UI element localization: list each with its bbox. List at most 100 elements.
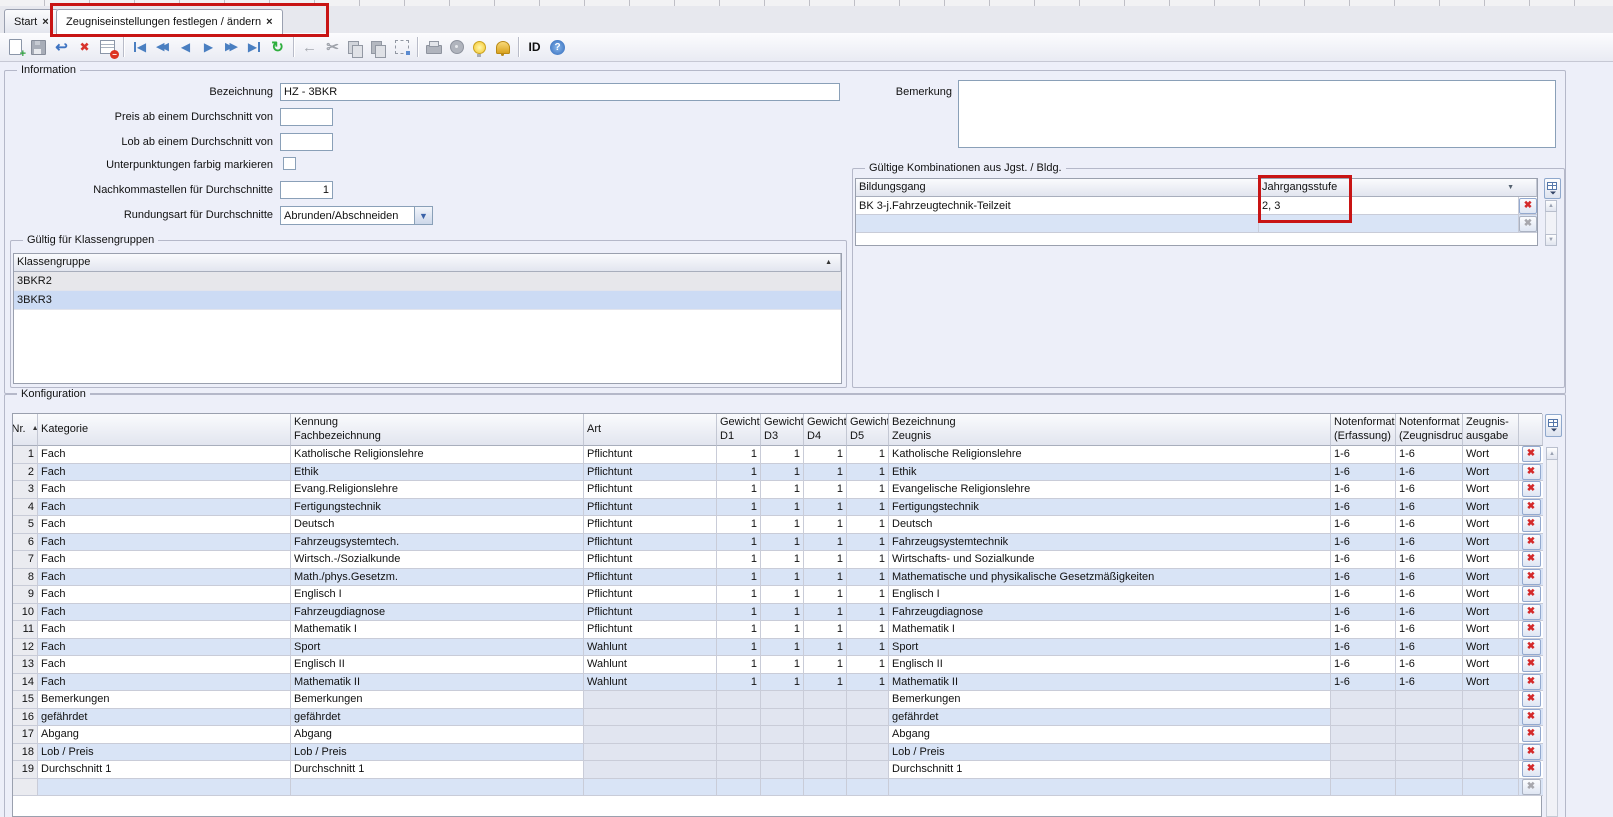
cell-nfd[interactable]: 1-6 <box>1396 569 1463 587</box>
hint-bulb-icon[interactable] <box>468 35 491 59</box>
bemerkung-textarea[interactable] <box>958 80 1556 148</box>
cell-kategorie[interactable]: Fach <box>38 446 291 464</box>
cell-d5[interactable] <box>847 691 889 709</box>
cell-nfd[interactable]: 1-6 <box>1396 464 1463 482</box>
cell-kategorie[interactable]: Fach <box>38 534 291 552</box>
cell-kennung[interactable]: Math./phys.Gesetzm. <box>291 569 584 587</box>
cell-ausgabe[interactable]: Wort <box>1463 639 1519 657</box>
cell-nfd[interactable]: 1-6 <box>1396 639 1463 657</box>
cell-nr[interactable]: 3 <box>13 481 38 499</box>
cell-d4[interactable]: 1 <box>804 586 847 604</box>
cell-art[interactable] <box>584 709 717 727</box>
cell-art[interactable]: Pflichtunt <box>584 534 717 552</box>
cell-d4[interactable]: 1 <box>804 464 847 482</box>
cell-nr[interactable]: 11 <box>13 621 38 639</box>
cell-kennung[interactable]: Lob / Preis <box>291 744 584 762</box>
cell-d5[interactable]: 1 <box>847 604 889 622</box>
konfiguration-row[interactable]: 3FachEvang.ReligionslehrePflichtunt1111E… <box>13 481 1541 499</box>
cell-d1[interactable]: 1 <box>717 464 761 482</box>
cell-zeugnis[interactable]: Abgang <box>889 726 1331 744</box>
cell-nr[interactable]: 12 <box>13 639 38 657</box>
cell-kategorie[interactable]: Abgang <box>38 726 291 744</box>
delete-row-button[interactable]: ✖ <box>1522 621 1541 637</box>
klassengruppe-row[interactable]: 3BKR2 <box>14 272 841 291</box>
cell-d5[interactable] <box>847 709 889 727</box>
cell-kennung[interactable]: Sport <box>291 639 584 657</box>
previous-record-icon[interactable]: ◀ <box>174 35 197 59</box>
cell-kennung[interactable]: Fertigungstechnik <box>291 499 584 517</box>
paste-icon[interactable] <box>367 35 390 59</box>
cell-nr[interactable]: 9 <box>13 586 38 604</box>
cell-kategorie[interactable]: Fach <box>38 569 291 587</box>
delete-row-button[interactable]: ✖ <box>1522 446 1541 462</box>
cell-kennung[interactable]: Ethik <box>291 464 584 482</box>
cell-d3[interactable]: 1 <box>761 586 804 604</box>
konfiguration-row[interactable]: 9FachEnglisch IPflichtunt1111Englisch I1… <box>13 586 1541 604</box>
delete-record-icon[interactable]: ✖ <box>73 35 96 59</box>
konfiguration-new-row[interactable]: ✖ <box>13 779 1541 797</box>
konfiguration-row[interactable]: 11FachMathematik IPflichtunt1111Mathemat… <box>13 621 1541 639</box>
konfiguration-row[interactable]: 18Lob / PreisLob / PreisLob / Preis✖ <box>13 744 1541 762</box>
cell-d1[interactable] <box>717 744 761 762</box>
konfiguration-scrollbar[interactable] <box>1546 447 1558 817</box>
cell-d1[interactable]: 1 <box>717 516 761 534</box>
cell-kategorie[interactable]: Fach <box>38 656 291 674</box>
cell-d5[interactable]: 1 <box>847 621 889 639</box>
cell-ausgabe[interactable] <box>1463 726 1519 744</box>
cell-ausgabe[interactable]: Wort <box>1463 534 1519 552</box>
cell-nfe[interactable]: 1-6 <box>1331 621 1396 639</box>
cell-d4[interactable]: 1 <box>804 446 847 464</box>
cell-zeugnis[interactable]: Fertigungstechnik <box>889 499 1331 517</box>
cell-kategorie[interactable]: Fach <box>38 639 291 657</box>
cell-art[interactable] <box>584 779 717 797</box>
cell-zeugnis[interactable]: Deutsch <box>889 516 1331 534</box>
delete-row-button[interactable]: ✖ <box>1519 216 1537 232</box>
cell-nr[interactable]: 10 <box>13 604 38 622</box>
cell-d5[interactable]: 1 <box>847 464 889 482</box>
cell-zeugnis[interactable]: Englisch II <box>889 656 1331 674</box>
cell-nfe[interactable]: 1-6 <box>1331 481 1396 499</box>
cell-nfd[interactable]: 1-6 <box>1396 621 1463 639</box>
cell-nr[interactable] <box>13 779 38 797</box>
cell-nfe[interactable]: 1-6 <box>1331 569 1396 587</box>
cell-kennung[interactable]: Fahrzeugdiagnose <box>291 604 584 622</box>
cell-d5[interactable]: 1 <box>847 674 889 692</box>
cell-art[interactable] <box>584 691 717 709</box>
cell-d4[interactable] <box>804 726 847 744</box>
cell-ausgabe[interactable]: Wort <box>1463 481 1519 499</box>
cell-d4[interactable] <box>804 779 847 797</box>
cell-kennung[interactable]: Abgang <box>291 726 584 744</box>
cell-art[interactable]: Pflichtunt <box>584 446 717 464</box>
cell-d3[interactable]: 1 <box>761 481 804 499</box>
cell-nr[interactable]: 19 <box>13 761 38 779</box>
cell-ausgabe[interactable]: Wort <box>1463 656 1519 674</box>
help-icon[interactable] <box>546 35 569 59</box>
cell-nr[interactable]: 14 <box>13 674 38 692</box>
cell-d1[interactable]: 1 <box>717 551 761 569</box>
cell-kategorie[interactable]: Fach <box>38 674 291 692</box>
cell-zeugnis[interactable]: Evangelische Religionslehre <box>889 481 1331 499</box>
cell-d1[interactable]: 1 <box>717 481 761 499</box>
cell-d4[interactable]: 1 <box>804 481 847 499</box>
cell-nfd[interactable]: 1-6 <box>1396 551 1463 569</box>
cell-nfd[interactable]: 1-6 <box>1396 604 1463 622</box>
record-disc-icon[interactable] <box>445 35 468 59</box>
cell-kategorie[interactable]: Fach <box>38 499 291 517</box>
cell-art[interactable]: Pflichtunt <box>584 481 717 499</box>
cell-art[interactable] <box>584 761 717 779</box>
first-record-icon[interactable]: ◀ <box>128 35 151 59</box>
konfiguration-row[interactable]: 6FachFahrzeugsystemtech.Pflichtunt1111Fa… <box>13 534 1541 552</box>
cell-d5[interactable]: 1 <box>847 481 889 499</box>
konfiguration-row[interactable]: 8FachMath./phys.Gesetzm.Pflichtunt1111Ma… <box>13 569 1541 587</box>
cell-art[interactable]: Pflichtunt <box>584 499 717 517</box>
cell-nfe[interactable]: 1-6 <box>1331 604 1396 622</box>
rundungsart-select[interactable]: Abrunden/Abschneiden ▼ <box>280 206 433 225</box>
cell-ausgabe[interactable]: Wort <box>1463 621 1519 639</box>
cell-nfe[interactable] <box>1331 744 1396 762</box>
konfiguration-row[interactable]: 19Durchschnitt 1Durchschnitt 1Durchschni… <box>13 761 1541 779</box>
konfiguration-row[interactable]: 1FachKatholische ReligionslehrePflichtun… <box>13 446 1541 464</box>
cell-d4[interactable]: 1 <box>804 499 847 517</box>
cell-ausgabe[interactable]: Wort <box>1463 586 1519 604</box>
cell-nfd[interactable]: 1-6 <box>1396 516 1463 534</box>
kombination-row[interactable]: BK 3-j.Fahrzeugtechnik-Teilzeit2, 3✖ <box>856 197 1537 215</box>
